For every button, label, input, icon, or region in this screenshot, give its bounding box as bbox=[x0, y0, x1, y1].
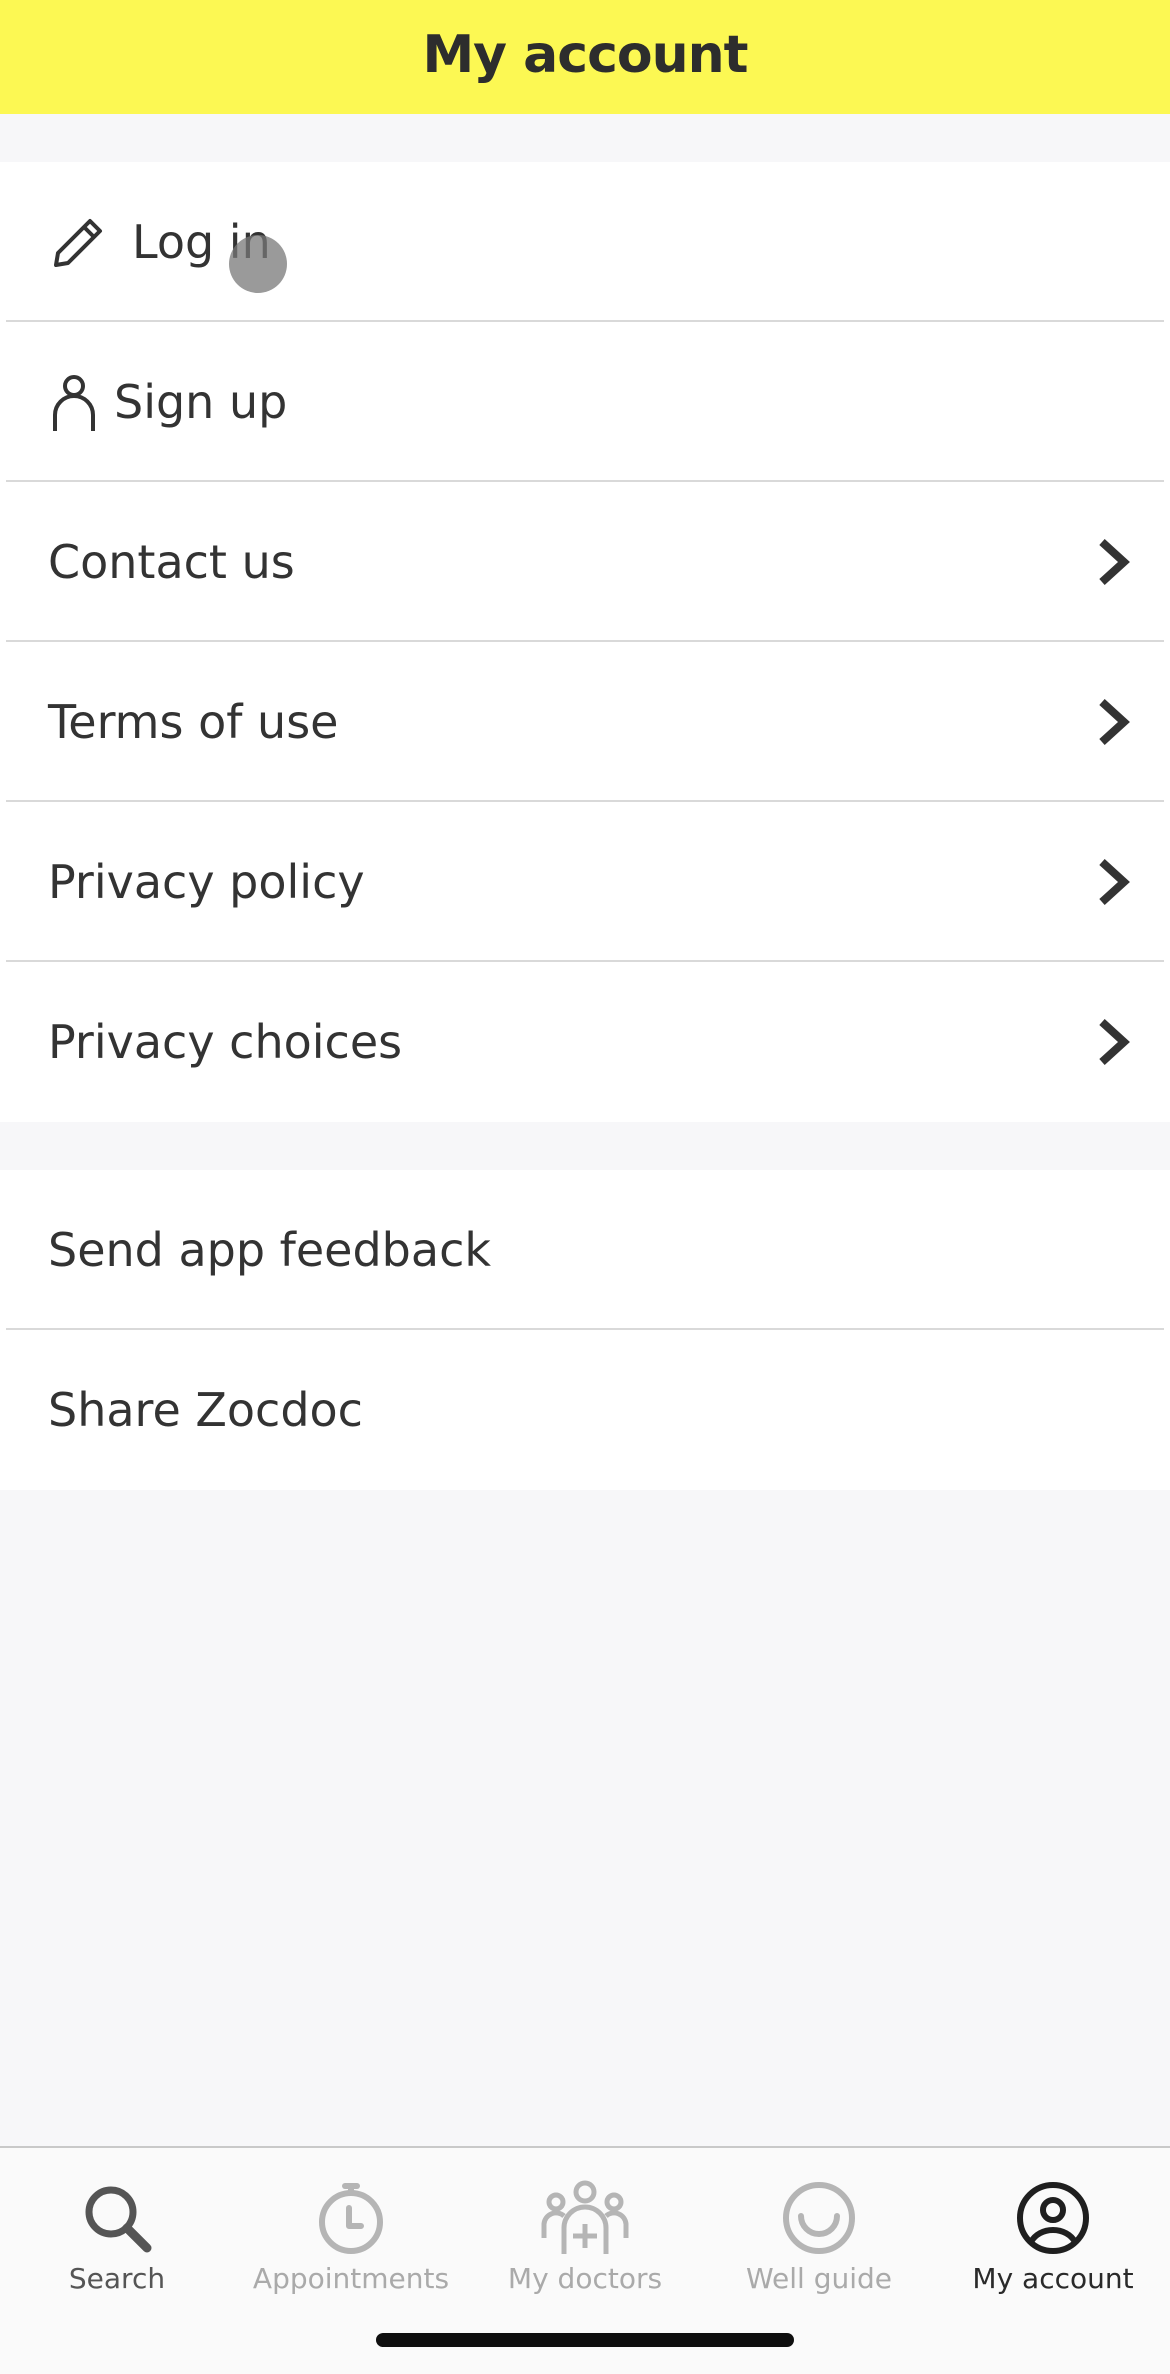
menu-item-privacy-choices[interactable]: Privacy choices bbox=[0, 962, 1170, 1122]
smile-icon bbox=[783, 2182, 855, 2254]
tab-well-guide[interactable]: Well guide bbox=[702, 2148, 936, 2298]
menu-item-contact-us[interactable]: Contact us bbox=[0, 482, 1170, 642]
tab-appointments[interactable]: Appointments bbox=[234, 2148, 468, 2298]
chevron-right-icon bbox=[1099, 539, 1130, 585]
menu-item-terms-of-use[interactable]: Terms of use bbox=[0, 642, 1170, 802]
menu-item-share-zocdoc[interactable]: Share Zocdoc bbox=[0, 1330, 1170, 1490]
tab-label: My doctors bbox=[507, 2262, 663, 2295]
pencil-icon bbox=[48, 211, 110, 273]
chevron-right-icon bbox=[1099, 859, 1130, 905]
page-title: My account bbox=[422, 25, 748, 85]
menu-item-label: Privacy choices bbox=[48, 1015, 403, 1069]
home-indicator bbox=[376, 2333, 794, 2347]
search-icon bbox=[85, 2186, 152, 2253]
menu-item-label: Privacy policy bbox=[48, 855, 365, 909]
tab-label: My account bbox=[972, 2262, 1134, 2295]
tab-my-doctors[interactable]: My doctors bbox=[468, 2148, 702, 2298]
clock-icon bbox=[319, 2183, 383, 2254]
menu-item-label: Contact us bbox=[48, 535, 295, 589]
menu-item-label: Sign up bbox=[114, 375, 288, 429]
menu-item-sign-up[interactable]: Sign up bbox=[0, 322, 1170, 482]
menu-item-send-app-feedback[interactable]: Send app feedback bbox=[0, 1170, 1170, 1330]
menu-item-label: Share Zocdoc bbox=[48, 1383, 363, 1437]
account-menu: Log in Sign up Contact us Terms of use P… bbox=[0, 162, 1170, 1122]
tab-search[interactable]: Search bbox=[0, 2148, 234, 2298]
tab-label: Well guide bbox=[745, 2262, 893, 2295]
touch-indicator bbox=[229, 235, 287, 293]
app-menu: Send app feedback Share Zocdoc bbox=[0, 1170, 1170, 1490]
user-icon bbox=[48, 371, 100, 433]
menu-item-label: Terms of use bbox=[48, 695, 339, 749]
menu-item-label: Send app feedback bbox=[48, 1223, 491, 1277]
account-circle-icon bbox=[1017, 2182, 1089, 2254]
menu-item-log-in[interactable]: Log in bbox=[0, 162, 1170, 322]
menu-item-privacy-policy[interactable]: Privacy policy bbox=[0, 802, 1170, 962]
chevron-right-icon bbox=[1099, 1019, 1130, 1065]
tab-label: Appointments bbox=[252, 2262, 450, 2295]
tab-my-account[interactable]: My account bbox=[936, 2148, 1170, 2298]
chevron-right-icon bbox=[1099, 699, 1130, 745]
tab-label: Search bbox=[68, 2262, 166, 2295]
doctors-icon bbox=[541, 2180, 629, 2254]
app-header: My account bbox=[0, 0, 1170, 114]
